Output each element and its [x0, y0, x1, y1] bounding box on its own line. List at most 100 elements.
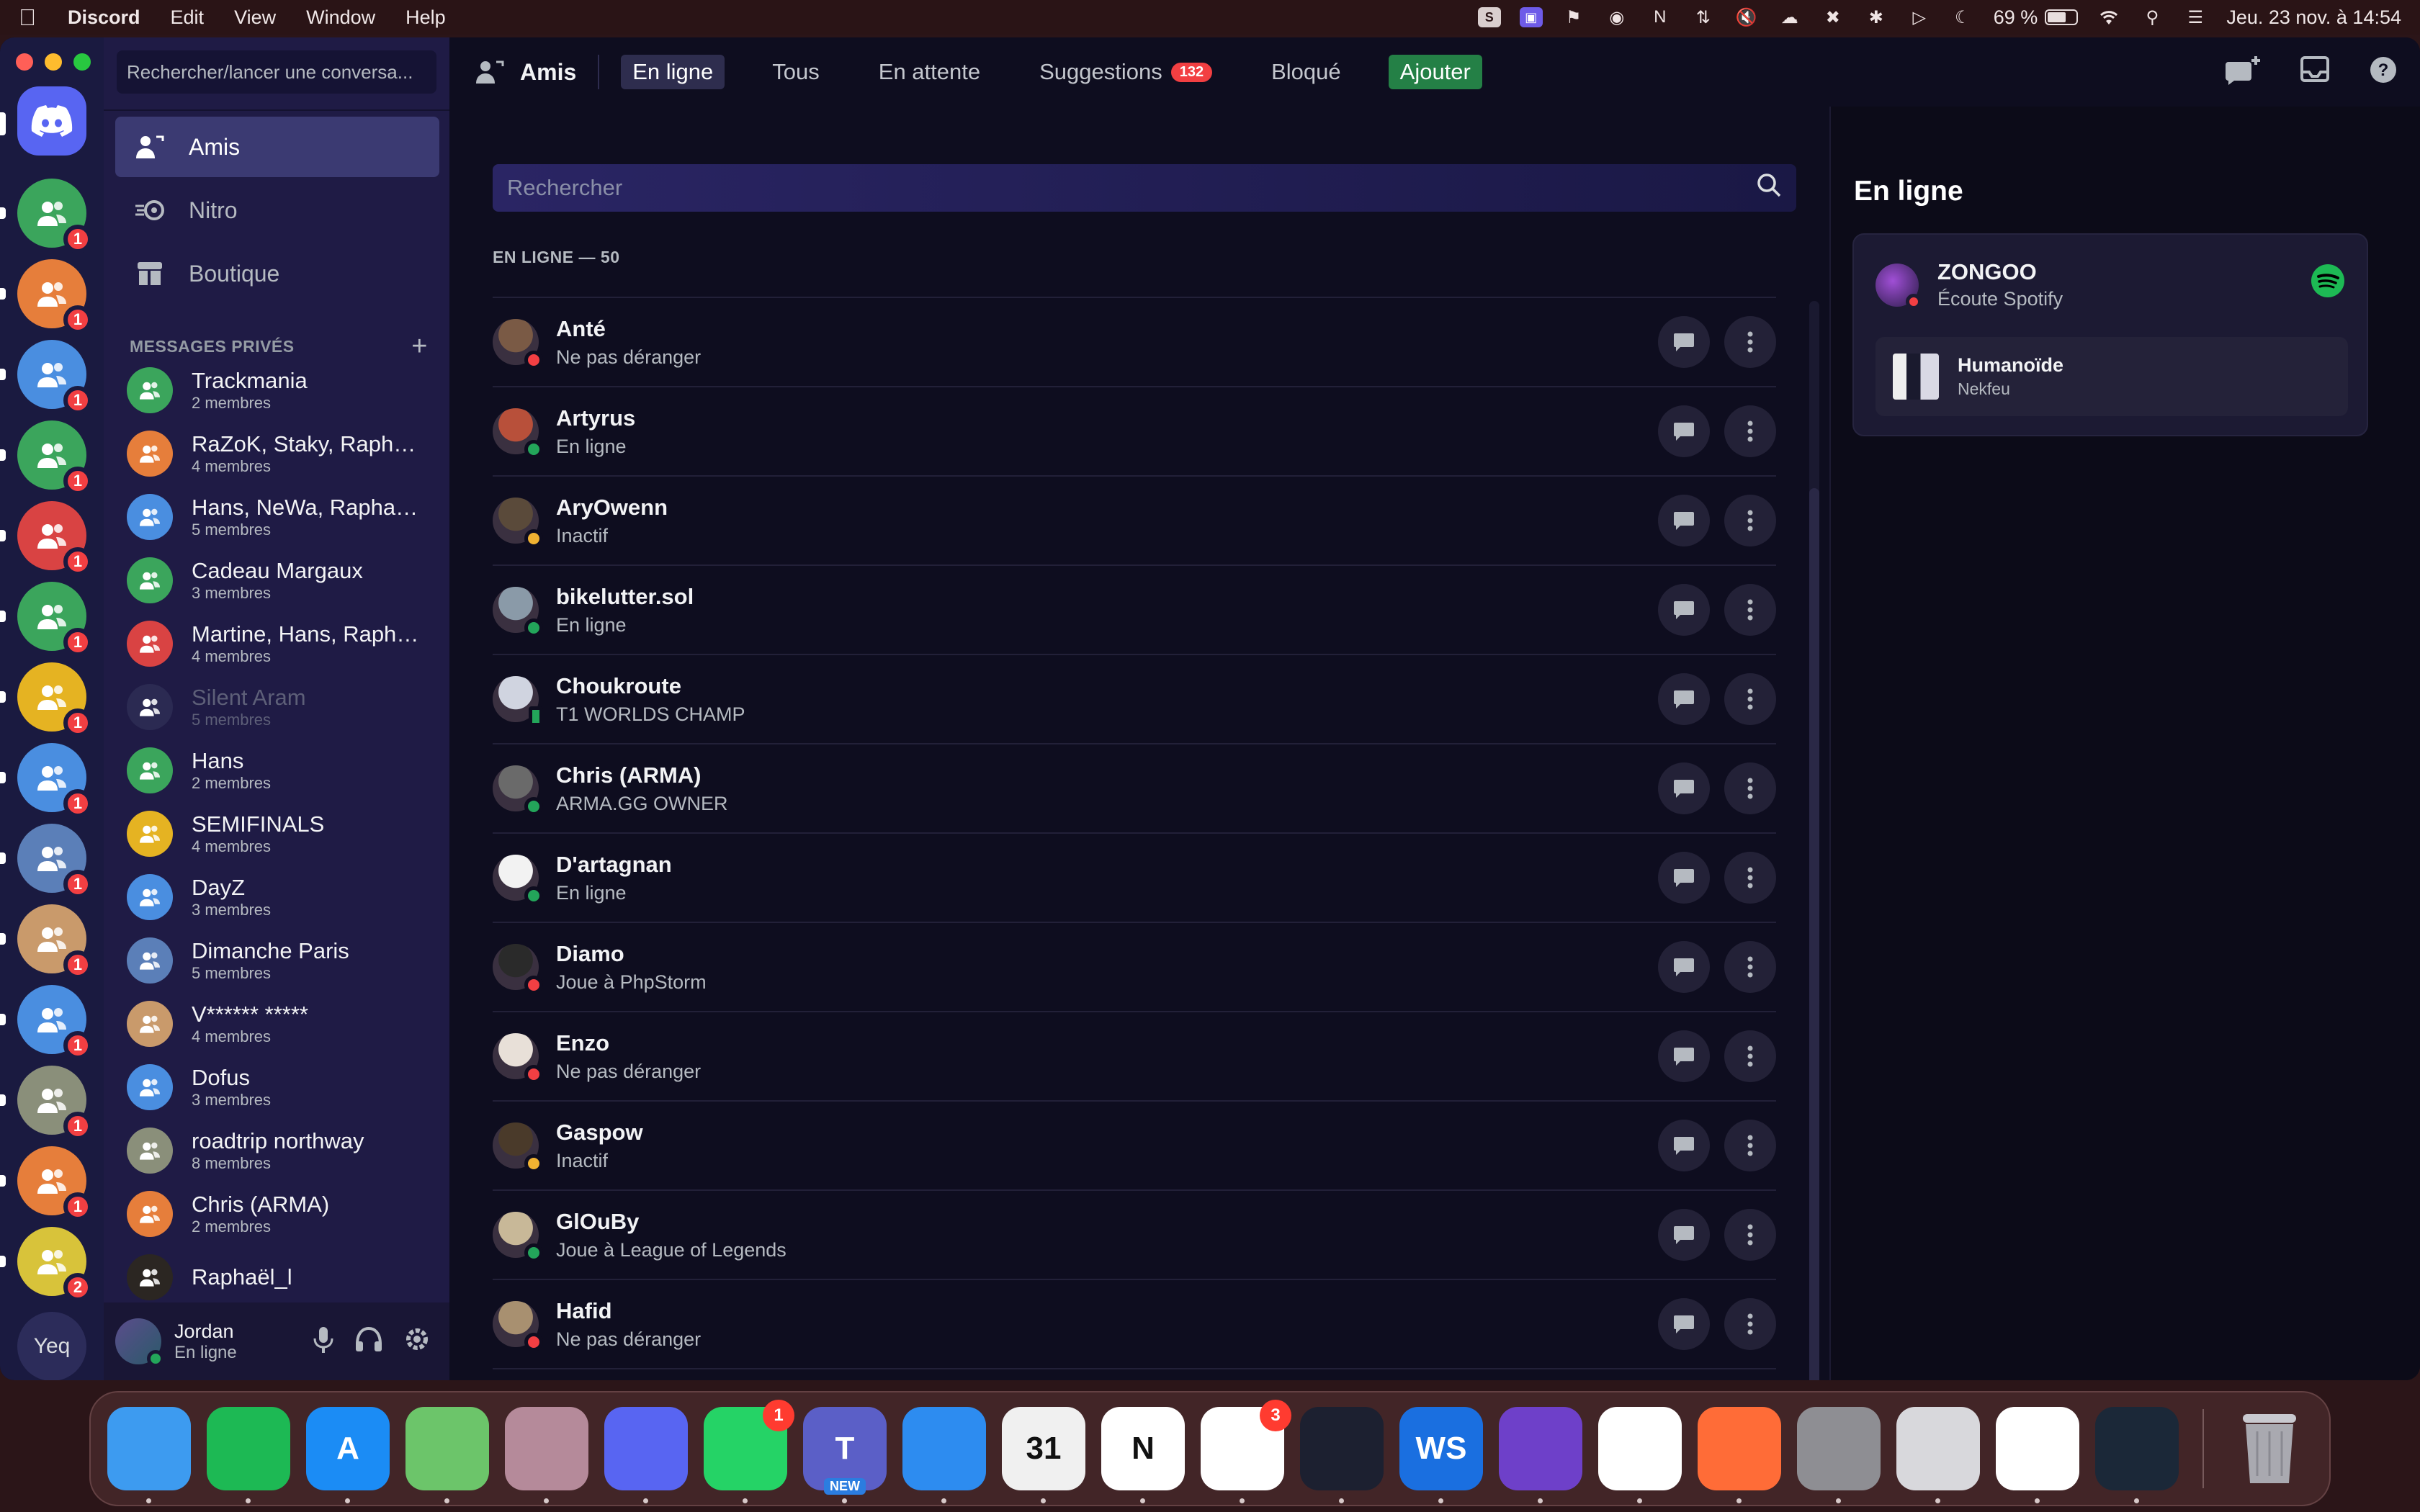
screen-mirroring-icon[interactable]: ▣ — [1519, 7, 1543, 27]
friend-row[interactable]: Enzo Ne pas déranger — [493, 1011, 1776, 1100]
github-icon[interactable] — [1499, 1407, 1582, 1503]
notion-menubar-icon[interactable]: N — [1648, 6, 1672, 28]
microphone-icon[interactable] — [313, 1326, 334, 1358]
headphones-icon[interactable] — [354, 1326, 383, 1358]
teams-icon[interactable]: T NEW — [803, 1407, 887, 1503]
dm-item[interactable]: Martine, Hans, Rapha... 4 membres — [115, 612, 439, 675]
more-options-button[interactable] — [1724, 405, 1776, 457]
friend-row[interactable]: Artyrus En ligne — [493, 386, 1776, 475]
whatsapp-icon[interactable]: 1 — [704, 1400, 794, 1503]
skype-status-icon[interactable]: S — [1477, 7, 1501, 27]
apple-menu-icon[interactable]:  — [19, 4, 36, 31]
friend-row[interactable]: Chris (ARMA) ARMA.GG OWNER — [493, 743, 1776, 832]
menu-help[interactable]: Help — [405, 6, 446, 29]
message-button[interactable] — [1658, 405, 1710, 457]
server-icon-1[interactable]: 1 — [17, 259, 92, 334]
dm-item[interactable]: V****** ***** 4 membres — [115, 992, 439, 1056]
zoom-window-button[interactable] — [73, 53, 91, 71]
grammarly-icon[interactable]: ◉ — [1605, 6, 1629, 28]
vscode-icon[interactable] — [1996, 1407, 2079, 1503]
server-icon-6[interactable]: 1 — [17, 662, 92, 737]
friend-row[interactable]: Choukroute T1 WORLDS CHAMP — [493, 654, 1776, 743]
calendar-icon[interactable]: 31 — [1002, 1407, 1085, 1503]
screens-icon[interactable] — [1300, 1407, 1384, 1503]
server-icon-2[interactable]: 1 — [17, 340, 92, 415]
server-icon-5[interactable]: 1 — [17, 582, 92, 657]
direct-messages-home-button[interactable] — [17, 86, 86, 156]
trash-icon[interactable] — [2228, 1407, 2311, 1490]
find-conversation-input[interactable]: Rechercher/lancer une conversa... — [117, 50, 436, 94]
more-options-button[interactable] — [1724, 1030, 1776, 1082]
mute-icon[interactable]: 🔇 — [1734, 6, 1759, 28]
message-button[interactable] — [1658, 852, 1710, 904]
message-button[interactable] — [1658, 1030, 1710, 1082]
finder-icon[interactable] — [107, 1407, 191, 1503]
friend-row[interactable]: Anté Ne pas déranger — [493, 297, 1776, 386]
dm-item[interactable]: Hans 2 membres — [115, 739, 439, 802]
app-store-icon[interactable]: A — [306, 1407, 390, 1503]
more-options-button[interactable] — [1724, 941, 1776, 993]
nav-shop[interactable]: Boutique — [115, 243, 439, 304]
message-button[interactable] — [1658, 941, 1710, 993]
menu-edit[interactable]: Edit — [171, 6, 205, 29]
dm-item[interactable]: DayZ 3 membres — [115, 865, 439, 929]
friend-row[interactable]: Hans — [493, 1368, 1776, 1380]
server-icon-7[interactable]: 1 — [17, 743, 92, 818]
server-icon-11[interactable]: 1 — [17, 1066, 92, 1140]
close-window-button[interactable] — [16, 53, 33, 71]
tab-online[interactable]: En ligne — [621, 55, 725, 89]
menu-app-discord[interactable]: Discord — [68, 6, 140, 29]
server-icon-13[interactable]: 2 — [17, 1227, 92, 1302]
friend-row[interactable]: bikelutter.sol En ligne — [493, 564, 1776, 654]
notion-icon[interactable]: N — [1101, 1407, 1185, 1503]
dm-item[interactable]: Hans, NeWa, Raphaël... 5 membres — [115, 485, 439, 549]
dm-item[interactable]: Silent Aram 5 membres — [115, 675, 439, 739]
server-icon-9[interactable]: 1 — [17, 904, 92, 979]
mongodb-icon[interactable] — [1598, 1407, 1682, 1503]
message-button[interactable] — [1658, 495, 1710, 546]
message-button[interactable] — [1658, 1298, 1710, 1350]
user-avatar[interactable] — [115, 1318, 164, 1367]
tab-all[interactable]: Tous — [761, 55, 830, 89]
tab-pending[interactable]: En attente — [867, 55, 992, 89]
tab-blocked[interactable]: Bloqué — [1260, 55, 1353, 89]
bluetooth-icon[interactable]: ✱ — [1864, 6, 1888, 28]
more-options-button[interactable] — [1724, 1298, 1776, 1350]
message-button[interactable] — [1658, 316, 1710, 368]
launchpad-icon[interactable] — [1896, 1407, 1980, 1503]
inbox-icon[interactable] — [2299, 55, 2331, 90]
friend-row[interactable]: Diamo Joue à PhpStorm — [493, 922, 1776, 1011]
dnd-muted-icon[interactable]: ✖ — [1821, 6, 1845, 28]
dm-item[interactable]: RaZoK, Staky, Raphaë... 4 membres — [115, 422, 439, 485]
battery-status[interactable]: 69 % — [1994, 6, 2079, 29]
dm-item[interactable]: SEMIFINALS 4 membres — [115, 802, 439, 865]
clock[interactable]: Jeu. 23 nov. à 14:54 — [2226, 6, 2401, 29]
more-options-button[interactable] — [1724, 762, 1776, 814]
menu-window[interactable]: Window — [306, 6, 375, 29]
friends-scrollbar[interactable] — [1809, 301, 1819, 1380]
more-options-button[interactable] — [1724, 584, 1776, 636]
maps-icon[interactable] — [405, 1407, 489, 1503]
steam-icon[interactable] — [2095, 1407, 2179, 1503]
server-icon-0[interactable]: 1 — [17, 179, 92, 253]
control-center-icon[interactable]: ☰ — [2183, 6, 2208, 28]
user-info[interactable]: Jordan En ligne — [174, 1320, 237, 1363]
more-options-button[interactable] — [1724, 316, 1776, 368]
message-button[interactable] — [1658, 673, 1710, 725]
friend-row[interactable]: D'artagnan En ligne — [493, 832, 1776, 922]
spotify-icon[interactable] — [207, 1407, 290, 1503]
tab-suggestions[interactable]: Suggestions 132 — [1028, 55, 1224, 89]
menu-view[interactable]: View — [234, 6, 276, 29]
more-options-button[interactable] — [1724, 673, 1776, 725]
more-options-button[interactable] — [1724, 852, 1776, 904]
affinity-icon[interactable] — [505, 1407, 588, 1503]
focus-moon-icon[interactable]: ☾ — [1950, 6, 1975, 28]
now-playing-track[interactable]: Humanoïde Nekfeu — [1876, 337, 2348, 416]
help-icon[interactable]: ? — [2368, 55, 2398, 90]
message-button[interactable] — [1658, 1209, 1710, 1261]
friends-search-input[interactable]: Rechercher — [493, 164, 1796, 212]
now-playing-icon[interactable]: ▷ — [1907, 6, 1932, 28]
bookmark-icon[interactable]: ⚑ — [1561, 6, 1586, 28]
minimize-window-button[interactable] — [45, 53, 62, 71]
friend-row[interactable]: Hafid Ne pas déranger — [493, 1279, 1776, 1368]
